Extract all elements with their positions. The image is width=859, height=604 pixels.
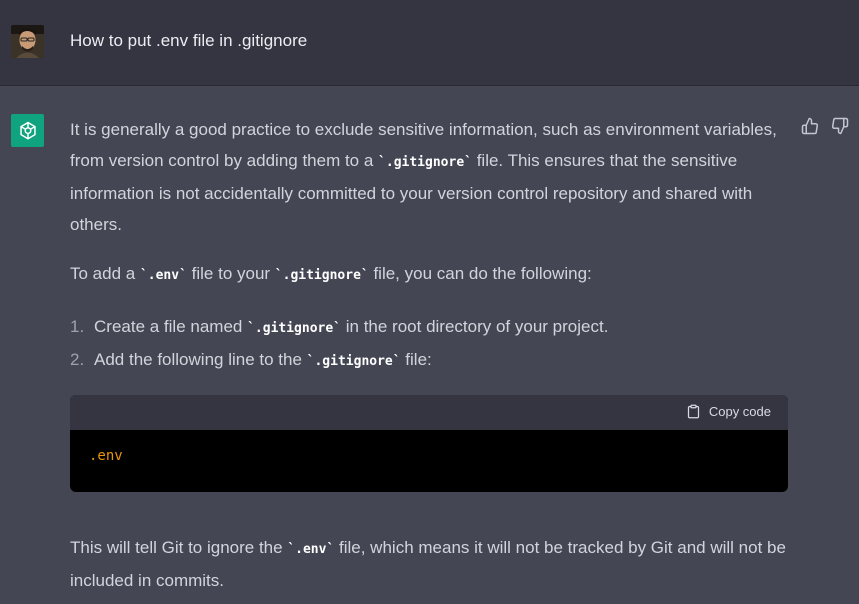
paragraph-intro: It is generally a good practice to exclu… xyxy=(70,114,788,240)
inline-code-gitignore: `.gitignore` xyxy=(247,321,342,336)
list-number: 2. xyxy=(70,350,85,369)
text-span: in the root directory of your project. xyxy=(341,317,609,336)
thumbs-up-icon[interactable] xyxy=(800,116,820,136)
text-span: To add a xyxy=(70,264,140,283)
paragraph-conclusion: This will tell Git to ignore the `.env` … xyxy=(70,532,788,596)
thumbs-down-icon[interactable] xyxy=(830,116,850,136)
copy-code-button[interactable]: Copy code xyxy=(686,404,771,419)
chatgpt-logo-icon xyxy=(11,114,44,147)
copy-code-label: Copy code xyxy=(708,404,771,419)
list-item: 1. Create a file named `.gitignore` in th… xyxy=(70,311,788,344)
inline-code-gitignore: `.gitignore` xyxy=(306,354,401,369)
inline-code-gitignore: `.gitignore` xyxy=(378,155,472,170)
inline-code-gitignore: `.gitignore` xyxy=(274,268,369,283)
user-message-text: How to put .env file in .gitignore xyxy=(70,31,308,50)
assistant-message-row: It is generally a good practice to exclu… xyxy=(0,86,859,604)
text-span: Add the following line to the xyxy=(94,350,307,369)
text-span: This will tell Git to ignore the xyxy=(70,538,288,557)
text-span: Create a file named xyxy=(94,317,248,336)
paragraph-instructions: To add a `.env` file to your `.gitignore… xyxy=(70,258,788,291)
list-number: 1. xyxy=(70,317,85,336)
code-block: Copy code .env xyxy=(70,395,788,492)
user-avatar xyxy=(11,25,44,58)
code-block-header: Copy code xyxy=(70,395,788,430)
inline-code-env: `.env` xyxy=(139,268,187,283)
list-item: 2. Add the following line to the `.gitign… xyxy=(70,344,788,377)
steps-list: 1. Create a file named `.gitignore` in th… xyxy=(70,311,788,377)
clipboard-icon xyxy=(687,404,699,419)
user-message-row: How to put .env file in .gitignore xyxy=(0,0,859,86)
code-content: .env xyxy=(89,448,123,464)
inline-code-env: `.env` xyxy=(287,542,335,557)
text-span: file: xyxy=(400,350,432,369)
text-span: file to your xyxy=(186,264,275,283)
text-span: file, you can do the following: xyxy=(368,264,592,283)
